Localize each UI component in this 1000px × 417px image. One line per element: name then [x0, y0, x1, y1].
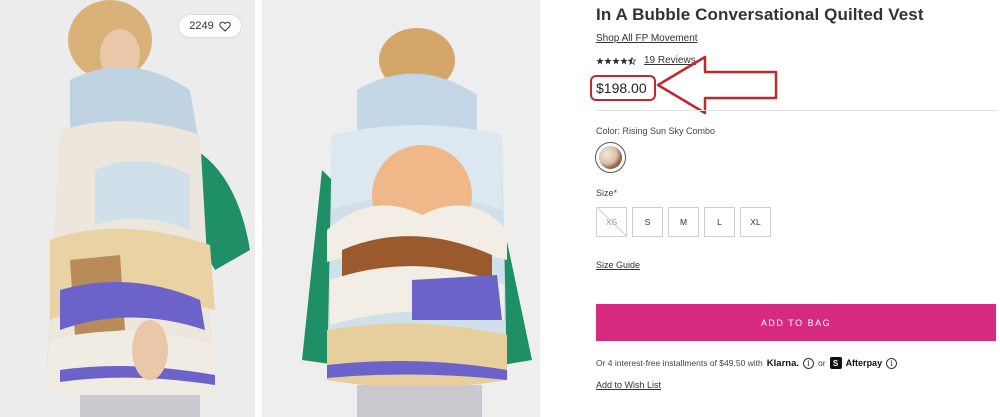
size-option-s[interactable]: S	[632, 207, 663, 237]
annotation-arrow-icon	[656, 55, 778, 115]
color-swatch-selected[interactable]	[595, 142, 626, 173]
size-option-m[interactable]: M	[668, 207, 699, 237]
size-guide-link[interactable]: Size Guide	[596, 260, 640, 270]
star-icon	[604, 56, 612, 64]
star-icon	[620, 56, 628, 64]
model-back-image	[262, 0, 540, 417]
color-label: Color: Rising Sun Sky Combo	[596, 126, 716, 136]
product-photo-front[interactable]: 2249	[0, 0, 255, 417]
heart-icon	[218, 21, 231, 32]
favorite-button[interactable]: 2249	[178, 14, 242, 38]
installments-text: Or 4 interest-free installments of $49.5…	[596, 358, 763, 368]
section-divider	[596, 110, 998, 111]
klarna-info-icon[interactable]: i	[803, 357, 814, 369]
size-option-l[interactable]: L	[704, 207, 735, 237]
favorite-count: 2249	[189, 20, 214, 32]
color-swatch-image	[599, 146, 622, 169]
add-to-bag-button[interactable]: ADD TO BAG	[596, 304, 996, 341]
afterpay-logo: Afterpay	[845, 358, 883, 368]
star-half-icon	[628, 56, 636, 65]
size-option-xl[interactable]: XL	[740, 207, 771, 237]
product-photo-back[interactable]	[262, 0, 540, 417]
shop-all-link[interactable]: Shop All FP Movement	[596, 33, 698, 44]
afterpay-info-icon[interactable]: i	[886, 357, 898, 369]
size-label: Size*	[596, 188, 618, 198]
klarna-logo: Klarna.	[766, 357, 799, 369]
model-front-image	[0, 0, 255, 417]
add-to-wishlist-link[interactable]: Add to Wish List	[596, 380, 661, 390]
size-option-xs[interactable]: XS	[596, 207, 627, 237]
installments-or: or	[818, 358, 826, 368]
product-title: In A Bubble Conversational Quilted Vest	[596, 5, 924, 24]
price-highlight-box	[590, 75, 656, 101]
star-icon	[612, 56, 620, 64]
afterpay-icon: S	[829, 357, 842, 369]
size-selector: XS S M L XL	[596, 207, 771, 237]
installments-info: Or 4 interest-free installments of $49.5…	[596, 357, 898, 369]
star-icon	[596, 56, 604, 64]
star-rating	[596, 56, 636, 65]
